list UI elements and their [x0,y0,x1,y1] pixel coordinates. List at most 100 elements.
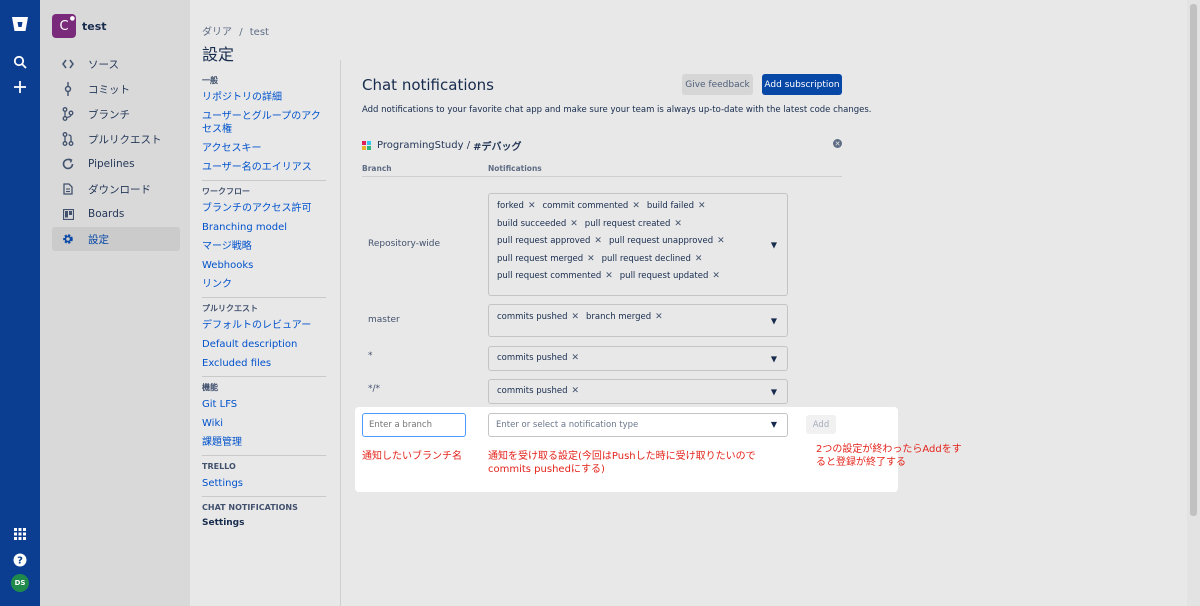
notification-multiselect[interactable]: commits pushed ✕ ▼ [488,346,788,371]
remove-subscription-icon[interactable]: ✕ [833,139,842,148]
remove-tag-icon[interactable]: ✕ [571,386,579,396]
settings-link-access-keys[interactable]: アクセスキー [202,142,326,155]
code-icon [60,56,76,72]
notification-multiselect[interactable]: commits pushed ✕ ▼ [488,379,788,404]
settings-link-issue-tracker[interactable]: 課題管理 [202,436,326,449]
lock-icon: ● [69,15,75,22]
notification-type-select[interactable]: Enter or select a notification type ▼ [488,413,788,437]
branch-label: * [368,351,373,361]
give-feedback-button[interactable]: Give feedback [682,74,753,95]
remove-tag-icon[interactable]: ✕ [674,219,682,229]
boards-icon [60,206,76,222]
settings-link-repo-details[interactable]: リポジトリの詳細 [202,91,326,104]
settings-link-user-group-access[interactable]: ユーザーとグループのアクセス権 [202,110,326,136]
settings-divider [202,496,326,497]
settings-link-links[interactable]: リンク [202,278,326,291]
notification-tag: pull request updated ✕ [619,271,720,281]
remove-tag-icon[interactable]: ✕ [605,271,613,281]
notification-tag: pull request declined ✕ [601,253,703,264]
user-avatar[interactable]: DS [0,574,40,592]
sidebar-item-pull-requests[interactable]: プルリクエスト [52,127,180,151]
pipelines-icon [60,156,76,172]
remove-tag-icon[interactable]: ✕ [571,353,579,363]
notification-tag: commits pushed ✕ [497,386,580,396]
notification-tag: build failed ✕ [646,201,706,211]
project-header[interactable]: C ● test [52,14,107,38]
chevron-down-icon[interactable]: ▼ [771,414,777,436]
sidebar-item-source[interactable]: ソース [52,52,180,76]
help-icon[interactable]: ? [0,553,40,567]
notification-multiselect[interactable]: commits pushed ✕ branch merged ✕ ▼ [488,304,788,337]
sidebar-item-settings[interactable]: 設定 [52,227,180,251]
remove-tag-icon[interactable]: ✕ [528,201,536,211]
settings-link-trello-settings[interactable]: Settings [202,477,326,490]
settings-link-default-description[interactable]: Default description [202,338,326,351]
plus-icon[interactable] [0,80,40,94]
annotation-notification-line2: commits pushedにする) [488,464,605,475]
branch-input[interactable] [362,413,466,437]
chevron-down-icon[interactable]: ▼ [771,354,777,363]
chevron-down-icon[interactable]: ▼ [771,387,777,396]
settings-link-git-lfs[interactable]: Git LFS [202,398,326,411]
settings-link-default-reviewers[interactable]: デフォルトのレビュアー [202,319,326,332]
settings-link-chat-settings[interactable]: Settings [202,518,326,528]
remove-tag-icon[interactable]: ✕ [695,254,703,264]
content-divider [340,60,341,606]
settings-link-merge-strategies[interactable]: マージ戦略 [202,240,326,253]
remove-tag-icon[interactable]: ✕ [698,201,706,211]
chat-description: Add notifications to your favorite chat … [362,105,872,115]
remove-tag-icon[interactable]: ✕ [717,236,725,246]
settings-link-branching-model[interactable]: Branching model [202,221,326,234]
remove-tag-icon[interactable]: ✕ [594,236,602,246]
branch-icon [60,106,76,122]
settings-link-webhooks[interactable]: Webhooks [202,259,326,272]
bitbucket-logo-icon[interactable] [0,16,40,32]
notification-tag: pull request unapproved ✕ [608,236,725,246]
settings-nav: 一般 リポジトリの詳細 ユーザーとグループのアクセス権 アクセスキー ユーザー名… [202,74,326,528]
sidebar-item-branches[interactable]: ブランチ [52,102,180,126]
commit-icon [60,81,76,97]
remove-tag-icon[interactable]: ✕ [570,219,578,229]
search-icon[interactable] [0,55,40,69]
annotation-notification-line1: 通知を受け取る設定(今回はPushした時に受け取りたいので [488,451,756,462]
settings-divider [202,297,326,298]
scrollbar-thumb[interactable] [1190,4,1197,516]
annotation-add-line2: ると登録が終了する [816,457,906,468]
chevron-down-icon[interactable]: ▼ [771,240,777,249]
sidebar-item-boards[interactable]: Boards [52,202,180,226]
remove-tag-icon[interactable]: ✕ [712,271,720,281]
settings-section-features: 機能 [202,383,218,392]
add-subscription-button[interactable]: Add subscription [762,74,842,95]
settings-link-wiki[interactable]: Wiki [202,417,326,430]
remove-tag-icon[interactable]: ✕ [571,312,579,322]
settings-link-username-aliases[interactable]: ユーザー名のエイリアス [202,161,326,174]
settings-section-chat-notifications: CHAT NOTIFICATIONS [202,503,298,512]
chat-notifications-title: Chat notifications [362,76,494,94]
remove-tag-icon[interactable]: ✕ [632,201,640,211]
notification-tag: forked ✕ [497,201,536,211]
download-icon [60,181,76,197]
breadcrumb: ダリア / test [202,27,269,38]
project-sidebar: C ● test ソース コミット ブランチ プルリクエスト Pipelines… [40,0,190,606]
column-header-branch: Branch [362,164,392,173]
sidebar-item-pipelines[interactable]: Pipelines [52,152,180,176]
chevron-down-icon[interactable]: ▼ [771,316,777,325]
sidebar-item-commits[interactable]: コミット [52,77,180,101]
remove-tag-icon[interactable]: ✕ [655,312,663,322]
breadcrumb-parent[interactable]: ダリア [202,27,232,38]
notification-tag: pull request created ✕ [584,218,682,229]
app-switcher-icon[interactable] [0,528,40,540]
notification-multiselect[interactable]: forked ✕ commit commented ✕ build failed ✕ … [488,193,788,296]
notification-tag: pull request commented ✕ [497,271,613,281]
settings-link-branch-permissions[interactable]: ブランチのアクセス許可 [202,202,326,215]
project-avatar: C ● [52,14,76,38]
annotation-branch: 通知したいブランチ名 [362,451,462,462]
remove-tag-icon[interactable]: ✕ [587,254,595,264]
breadcrumb-current[interactable]: test [250,27,269,38]
add-button[interactable]: Add [806,415,836,434]
branch-label: Repository-wide [368,239,441,249]
notification-tag: commits pushed ✕ [497,353,580,363]
page-scrollbar[interactable] [1187,0,1200,606]
settings-link-excluded-files[interactable]: Excluded files [202,357,326,370]
sidebar-item-downloads[interactable]: ダウンロード [52,177,180,201]
